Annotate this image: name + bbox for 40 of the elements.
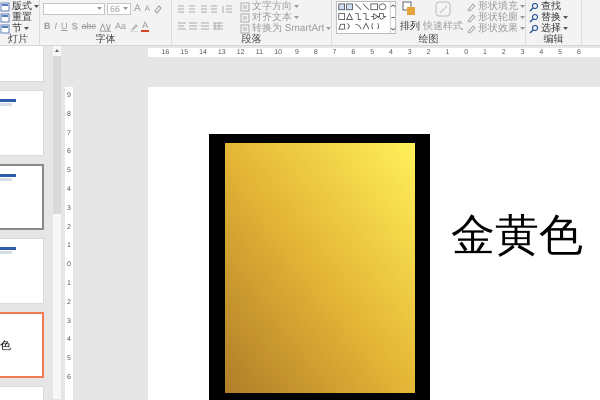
text-box-icon <box>240 12 250 22</box>
caret-icon <box>294 16 299 19</box>
caret-icon <box>34 5 39 8</box>
group-label: 编辑 <box>542 34 564 45</box>
magnifier-icon <box>529 2 539 12</box>
shapes-gallery[interactable] <box>335 1 397 34</box>
caret-icon <box>123 7 128 10</box>
caret-icon <box>563 27 568 30</box>
caret-icon <box>24 27 29 30</box>
slide-title-bar-icon <box>0 99 16 107</box>
editing-command[interactable]: 替换 <box>529 12 568 23</box>
editing-command[interactable]: 查找 <box>529 1 568 12</box>
caret-icon <box>326 27 332 30</box>
group-label: 灯片 <box>7 34 29 45</box>
caret-icon <box>520 16 525 19</box>
font-size-value: 66 <box>110 4 120 14</box>
slide-title-bar-icon <box>0 247 16 255</box>
group-label: 段落 <box>240 34 262 45</box>
group-label: 绘图 <box>418 34 440 45</box>
ribbon-button[interactable]: 重置 <box>0 12 39 23</box>
caret-icon <box>520 5 525 8</box>
group-label: 字体 <box>94 34 116 45</box>
caret-icon <box>520 27 525 30</box>
editing-command[interactable]: 选择 <box>529 23 568 34</box>
slide-text[interactable]: 金黄色 <box>451 210 583 262</box>
slide-thumbnail[interactable] <box>0 164 44 230</box>
caret-icon <box>294 5 299 8</box>
text-box-icon <box>240 2 250 12</box>
caret-icon <box>97 7 102 10</box>
ribbon-button[interactable]: 节 <box>0 23 39 34</box>
slide-thumbnail[interactable]: 色 <box>0 312 44 378</box>
caret-icon <box>563 16 568 19</box>
magnifier-icon <box>529 24 539 34</box>
magnifier-icon <box>529 12 539 22</box>
scrollbar[interactable] <box>53 46 61 399</box>
thumbnail-text: 色 <box>0 339 11 353</box>
arrange-button[interactable]: 排列 <box>400 1 420 34</box>
ribbon-button[interactable]: 版式 <box>0 1 39 12</box>
text-box-icon <box>240 24 250 34</box>
slide-title-bar-icon <box>0 174 16 182</box>
